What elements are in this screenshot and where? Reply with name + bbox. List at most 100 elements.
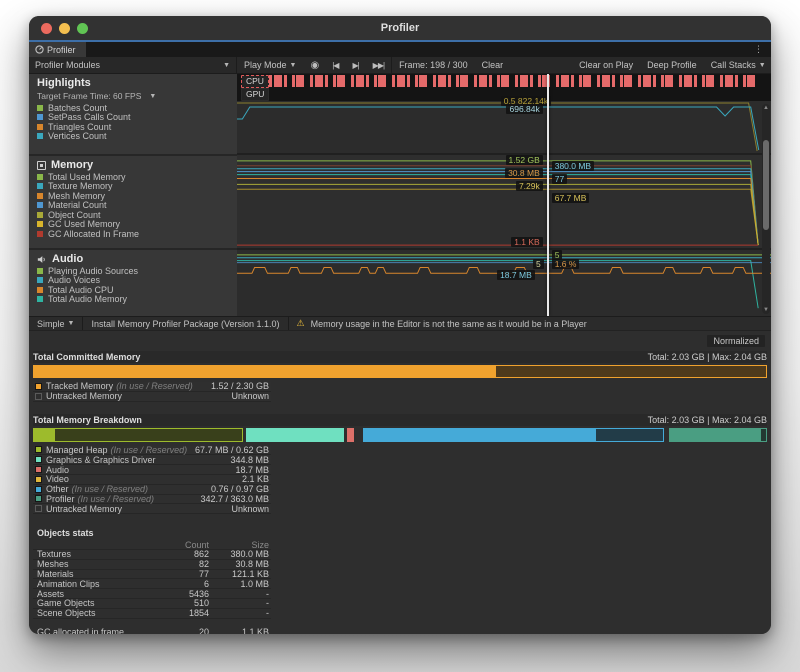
- tab-kebab-menu-icon[interactable]: ⋮: [746, 42, 771, 57]
- module-memory-title[interactable]: Memory: [29, 156, 237, 172]
- audio-chart[interactable]: 5 5 1.6 % 18.7 MB: [237, 248, 771, 314]
- scroll-down-icon[interactable]: ▼: [763, 306, 769, 314]
- titlebar[interactable]: Profiler: [29, 16, 771, 40]
- window-title: Profiler: [29, 22, 771, 34]
- chevron-down-icon: ▼: [290, 62, 297, 69]
- chart-value-label: 7.29k: [516, 181, 543, 191]
- clear-button[interactable]: Clear: [475, 57, 511, 73]
- record-button[interactable]: ◉: [303, 57, 325, 73]
- scrollbar-thumb[interactable]: [763, 140, 769, 230]
- legend-swatch: [37, 124, 43, 130]
- profiler-modules-dropdown[interactable]: Profiler Modules ▼: [29, 57, 237, 73]
- legend-swatch: [37, 268, 43, 274]
- table-row-gc-allocated[interactable]: GC allocated in frame201.1 KB: [33, 628, 271, 634]
- module-highlights-title[interactable]: Highlights: [29, 74, 237, 90]
- tab-label: Profiler: [47, 45, 76, 55]
- legend-row-untracked[interactable]: Untracked Memory Unknown: [33, 504, 271, 514]
- legend-swatch: [35, 456, 42, 463]
- highlights-chart[interactable]: 0.5 822.14k 696.84k: [237, 101, 771, 153]
- module-audio-title[interactable]: Audio: [29, 250, 237, 266]
- legend-item-setpass-calls-count[interactable]: SetPass Calls Count: [29, 113, 237, 123]
- segment-managed-heap[interactable]: [33, 428, 243, 442]
- main-toolbar: Profiler Modules ▼ Play Mode ▼ ◉ |◀ ▶| ▶…: [29, 57, 771, 74]
- objects-stats-title: Objects stats: [37, 528, 767, 538]
- legend-swatch: [37, 296, 43, 302]
- module-memory[interactable]: Memory Total Used Memory Texture Memory …: [29, 156, 237, 248]
- legend-swatch: [37, 105, 43, 111]
- legend-item-audio-voices[interactable]: Audio Voices: [29, 276, 237, 286]
- selected-frame-playhead[interactable]: [547, 74, 549, 316]
- chevron-down-icon: ▼: [223, 62, 230, 69]
- legend-item-total-used-memory[interactable]: Total Used Memory: [29, 172, 237, 182]
- next-frame-button[interactable]: ▶|: [345, 57, 365, 73]
- module-audio[interactable]: Audio Playing Audio Sources Audio Voices…: [29, 250, 237, 316]
- legend-item-triangles-count[interactable]: Triangles Count: [29, 122, 237, 132]
- legend-swatch: [37, 183, 43, 189]
- call-stacks-dropdown[interactable]: Call Stacks ▼: [704, 57, 771, 73]
- memory-chart[interactable]: 1.52 GB 380.0 MB 30.8 MB 77 7.29k 67.7 M…: [237, 153, 771, 248]
- module-sidebar: Highlights Target Frame Time: 60 FPS ▼ B…: [29, 74, 237, 316]
- warning-icon: ⚠: [297, 318, 305, 329]
- legend-swatch: [35, 505, 42, 512]
- legend-swatch: [35, 495, 42, 502]
- memory-chip-icon: [37, 161, 46, 170]
- tab-profiler[interactable]: Profiler: [29, 42, 86, 57]
- clear-on-play-toggle[interactable]: Clear on Play: [572, 57, 640, 73]
- chart-value-label: 30.8 MB: [505, 168, 543, 178]
- scroll-up-icon[interactable]: ▲: [763, 104, 769, 112]
- memory-breakdown-totals: Total: 2.03 GB | Max: 2.04 GB: [648, 415, 767, 425]
- deep-profile-toggle[interactable]: Deep Profile: [640, 57, 704, 73]
- play-mode-dropdown[interactable]: Play Mode ▼: [237, 57, 303, 73]
- speaker-icon: [37, 255, 47, 264]
- committed-memory-bar[interactable]: [33, 365, 767, 378]
- target-frame-time-dropdown[interactable]: Target Frame Time: 60 FPS ▼: [29, 90, 237, 103]
- segment-graphics[interactable]: [246, 428, 344, 442]
- legend-swatch: [37, 277, 43, 283]
- legend-swatch: [37, 287, 43, 293]
- chart-scrollbar[interactable]: ▲ ▼: [762, 104, 770, 314]
- legend-swatch: [37, 231, 43, 237]
- segment-audio[interactable]: [347, 428, 354, 442]
- legend-swatch: [37, 202, 43, 208]
- legend-row-untracked-memory[interactable]: Untracked Memory Unknown: [33, 392, 271, 402]
- legend-swatch: [35, 476, 42, 483]
- cpu-track-button[interactable]: CPU: [241, 75, 269, 88]
- chevron-down-icon: ▼: [149, 93, 156, 100]
- chart-value-label: 1.52 GB: [506, 155, 543, 165]
- profiler-main-area: Highlights Target Frame Time: 60 FPS ▼ B…: [29, 74, 771, 316]
- tracked-in-use-segment: [34, 366, 496, 377]
- chart-value-label: 77: [552, 174, 567, 184]
- memory-breakdown-header: Total Memory Breakdown Total: 2.03 GB | …: [33, 414, 767, 426]
- legend-item-mesh-memory[interactable]: Mesh Memory: [29, 191, 237, 201]
- gpu-track-button[interactable]: GPU: [241, 88, 269, 101]
- legend-item-object-count[interactable]: Object Count: [29, 210, 237, 220]
- module-highlights[interactable]: Highlights Target Frame Time: 60 FPS ▼ B…: [29, 74, 237, 154]
- legend-item-gc-allocated-in-frame[interactable]: GC Allocated In Frame: [29, 229, 237, 239]
- profiler-window: Profiler Profiler ⋮ Profiler Modules ▼ P…: [29, 16, 771, 634]
- tab-bar: Profiler ⋮: [29, 42, 771, 57]
- memory-chart-lines: [237, 155, 771, 248]
- current-frame-button[interactable]: ▶▶|: [366, 57, 392, 73]
- legend-item-total-audio-memory[interactable]: Total Audio Memory: [29, 295, 237, 305]
- memory-breakdown-bar[interactable]: [33, 428, 767, 442]
- segment-profiler[interactable]: [669, 428, 767, 442]
- legend-item-batches-count[interactable]: Batches Count: [29, 103, 237, 113]
- previous-frame-button[interactable]: |◀: [325, 57, 345, 73]
- details-view-dropdown[interactable]: Simple ▼: [29, 317, 83, 330]
- normalized-toggle[interactable]: Normalized: [707, 335, 765, 347]
- cpu-frame-bars[interactable]: [269, 75, 761, 87]
- legend-item-texture-memory[interactable]: Texture Memory: [29, 182, 237, 192]
- chart-area[interactable]: CPU GPU 0.5 822.14k 696.84k: [237, 74, 771, 316]
- legend-item-vertices-count[interactable]: Vertices Count: [29, 132, 237, 142]
- legend-item-playing-audio-sources[interactable]: Playing Audio Sources: [29, 266, 237, 276]
- install-memory-profiler-link[interactable]: Install Memory Profiler Package (Version…: [83, 317, 288, 330]
- legend-item-gc-used-memory[interactable]: GC Used Memory: [29, 220, 237, 230]
- editor-memory-warning: ⚠ Memory usage in the Editor is not the …: [289, 317, 595, 330]
- legend-item-material-count[interactable]: Material Count: [29, 201, 237, 211]
- gauge-icon: [35, 45, 44, 54]
- legend-item-total-audio-cpu[interactable]: Total Audio CPU: [29, 285, 237, 295]
- details-toolbar: Simple ▼ Install Memory Profiler Package…: [29, 316, 771, 331]
- segment-other[interactable]: [363, 428, 664, 442]
- table-row-scene-objects[interactable]: Scene Objects1854-: [33, 609, 271, 619]
- chart-value-label: 380.0 MB: [552, 161, 594, 171]
